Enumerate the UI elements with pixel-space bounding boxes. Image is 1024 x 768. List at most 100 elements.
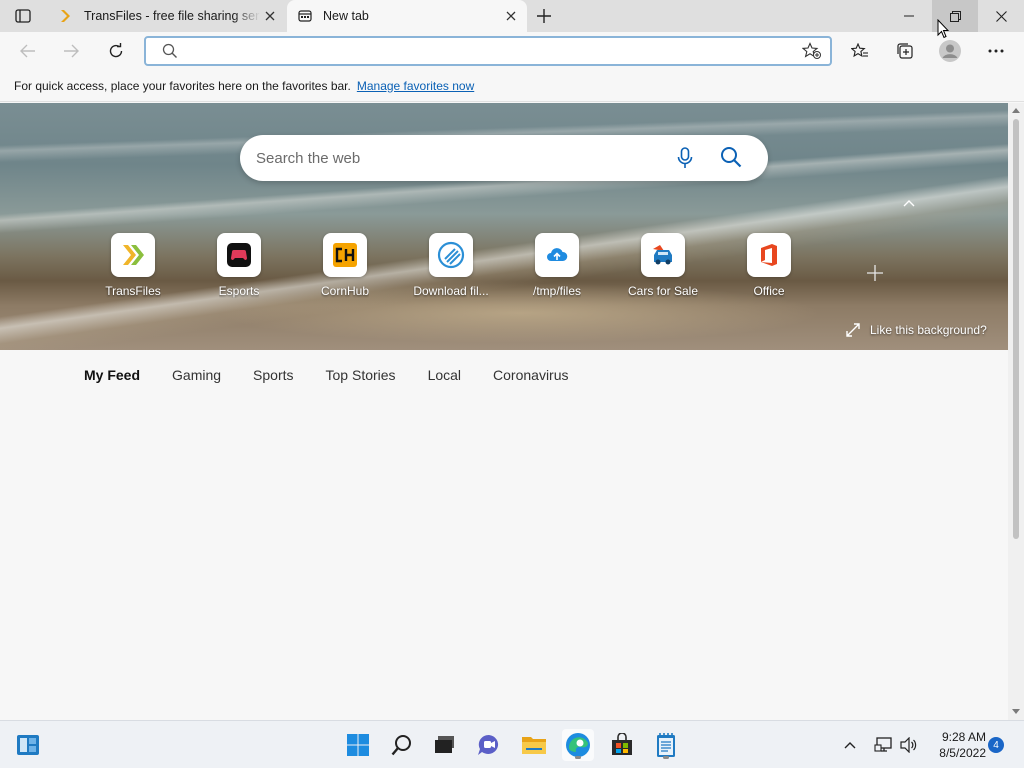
transfiles-icon (111, 233, 155, 277)
tab-actions-icon (15, 9, 31, 23)
start-button[interactable] (342, 729, 374, 761)
task-view-button[interactable] (429, 729, 461, 761)
feed-tab-coronavirus[interactable]: Coronavirus (493, 367, 568, 383)
forward-button[interactable] (56, 36, 86, 66)
task-view-icon (435, 736, 454, 753)
favorites-bar-message: For quick access, place your favorites h… (14, 78, 351, 93)
more-dots-icon (988, 49, 1004, 53)
edge-taskbar-button[interactable] (562, 729, 594, 761)
scrollbar-thumb[interactable] (1013, 119, 1019, 539)
clock-time: 9:28 AM (941, 730, 986, 744)
collections-button[interactable] (890, 36, 920, 66)
feed-tab-sports[interactable]: Sports (253, 367, 293, 383)
minimize-button[interactable] (886, 0, 932, 32)
favorites-button[interactable] (845, 36, 875, 66)
add-favorite-icon[interactable] (801, 42, 822, 63)
windows-taskbar: 9:28 AM 8/5/2022 4 (0, 720, 1024, 768)
start-icon (347, 734, 369, 756)
restore-icon (949, 10, 961, 22)
back-button[interactable] (13, 36, 43, 66)
microphone-icon[interactable] (677, 147, 693, 172)
system-tray-button[interactable] (868, 729, 924, 761)
close-window-button[interactable] (978, 0, 1024, 32)
office-icon (747, 233, 791, 277)
search-icon (162, 43, 178, 62)
cloud-upload-icon (535, 233, 579, 277)
gamepad-icon (217, 233, 261, 277)
clock[interactable]: 9:28 AM 8/5/2022 (926, 729, 986, 761)
web-search-input[interactable] (256, 147, 656, 169)
quick-link-label: TransFiles (105, 284, 161, 298)
feed-tab-top-stories[interactable]: Top Stories (326, 367, 396, 383)
collapse-chevron-icon[interactable] (899, 195, 919, 211)
feed-tab-local[interactable]: Local (428, 367, 461, 383)
notepad-button[interactable] (650, 729, 682, 761)
widgets-button[interactable] (12, 729, 44, 761)
minimize-icon (904, 15, 914, 17)
quick-link-cars-for-sale[interactable]: Cars for Sale (610, 233, 716, 298)
add-quick-link-button[interactable] (862, 260, 888, 286)
back-arrow-icon (20, 44, 35, 58)
feed-tab-my-feed[interactable]: My Feed (84, 367, 140, 383)
tab-new-tab[interactable]: New tab (287, 0, 527, 32)
chat-button[interactable] (473, 729, 505, 761)
store-button[interactable] (606, 729, 638, 761)
tab-title: TransFiles - free file sharing servi (84, 9, 260, 23)
feed-tab-gaming[interactable]: Gaming (172, 367, 221, 383)
browser-toolbar (0, 32, 1024, 70)
transfiles-chevron-icon (58, 8, 74, 24)
tab-strip: TransFiles - free file sharing servi New… (0, 0, 1024, 32)
tab-transfiles[interactable]: TransFiles - free file sharing servi (48, 0, 286, 32)
like-background-label: Like this background? (870, 323, 987, 337)
scroll-down-arrow-icon[interactable] (1008, 704, 1024, 718)
quick-link-office[interactable]: Office (716, 233, 822, 298)
quick-link-cornhub[interactable]: CornHub (292, 233, 398, 298)
edge-icon (566, 733, 590, 757)
quick-link-label: CornHub (320, 284, 370, 298)
search-submit-icon[interactable] (720, 146, 742, 171)
quick-link-label: /tmp/files (532, 284, 581, 298)
taskbar-search-button[interactable] (386, 729, 418, 761)
network-icon (874, 737, 892, 752)
quick-link-label: Download fil... (413, 284, 489, 298)
tab-actions-button[interactable] (8, 5, 38, 27)
close-icon (506, 11, 516, 21)
tab-close-button[interactable] (501, 6, 521, 26)
car-icon (641, 233, 685, 277)
file-explorer-button[interactable] (518, 729, 550, 761)
plus-icon (867, 265, 883, 281)
quick-link-esports[interactable]: Esports (186, 233, 292, 298)
refresh-icon (109, 43, 123, 58)
store-icon (612, 733, 632, 755)
widgets-icon (17, 735, 39, 755)
quick-link-label: Esports (218, 284, 260, 298)
expand-icon (846, 323, 860, 337)
scroll-up-arrow-icon[interactable] (1008, 103, 1024, 117)
notification-count-badge[interactable]: 4 (988, 737, 1004, 753)
profile-button[interactable] (935, 36, 965, 66)
close-icon (995, 10, 1007, 22)
quick-link-label: Office (753, 284, 785, 298)
new-tab-page: TransFiles Esports CornHub Download fil.… (0, 103, 1008, 720)
quick-link-transfiles[interactable]: TransFiles (80, 233, 186, 298)
tab-close-button[interactable] (260, 6, 280, 26)
settings-menu-button[interactable] (981, 36, 1011, 66)
web-search-box[interactable] (240, 135, 768, 181)
new-tab-button[interactable] (532, 4, 556, 28)
quick-link-label: Cars for Sale (627, 284, 699, 298)
like-background-link[interactable]: Like this background? (846, 323, 987, 337)
address-bar[interactable] (144, 36, 832, 66)
manage-favorites-link[interactable]: Manage favorites now (357, 79, 474, 93)
quick-link-download-files[interactable]: Download fil... (398, 233, 504, 298)
forward-arrow-icon (64, 44, 79, 58)
active-app-indicator (575, 756, 581, 759)
show-hidden-icons-button[interactable] (838, 729, 862, 761)
notepad-icon (657, 733, 675, 757)
address-input[interactable] (186, 41, 786, 61)
page-scrollbar[interactable] (1008, 103, 1024, 720)
refresh-button[interactable] (101, 36, 131, 66)
close-icon (265, 11, 275, 21)
quick-link-tmp-files[interactable]: /tmp/files (504, 233, 610, 298)
new-tab-page-icon (297, 8, 313, 24)
feed-navigation: My Feed Gaming Sports Top Stories Local … (84, 367, 601, 383)
